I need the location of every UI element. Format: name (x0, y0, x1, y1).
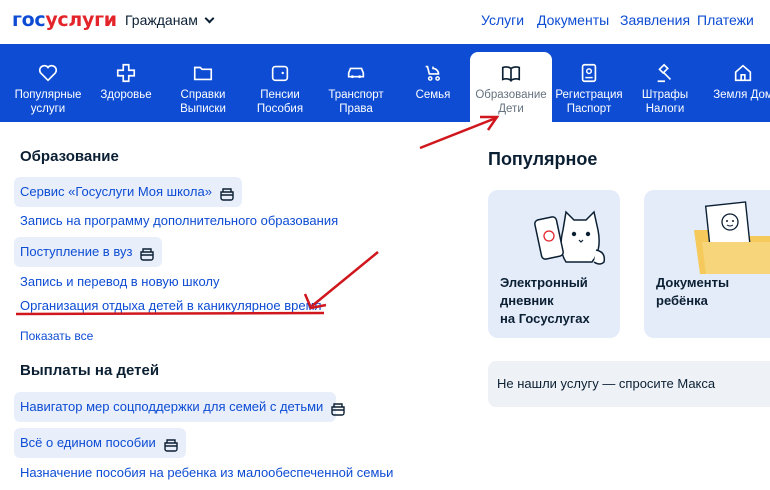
category-label: Штрафы Налоги (641, 89, 689, 115)
heart-icon (38, 64, 58, 82)
topnav-payments[interactable]: Платежи (697, 12, 754, 28)
category-family[interactable]: Семья (400, 52, 466, 122)
category-label: Здоровье (100, 89, 152, 101)
service-extra-education[interactable]: Запись на программу дополнительного обра… (14, 206, 344, 236)
logo-part-gos: гос (12, 9, 46, 31)
card-title: Документы ребёнка (656, 275, 730, 308)
payments-heading: Выплаты на детей (20, 362, 160, 379)
basket-icon (140, 247, 155, 261)
category-label: Транспорт Права (328, 89, 384, 115)
service-my-school[interactable]: Сервис «Госуслуги Моя школа» (14, 177, 242, 207)
service-support-navigator[interactable]: Навигатор мер соцподдержки для семей с д… (14, 392, 345, 422)
gavel-icon (657, 63, 672, 83)
service-label: Поступление в вуз (20, 244, 133, 259)
audience-label: Гражданам (125, 12, 198, 28)
logo-part-uslugi: услуги (45, 9, 117, 31)
topnav-applications[interactable]: Заявления (620, 12, 690, 28)
service-low-income-allowance[interactable]: Назначение пособия на ребенка из малообе… (14, 458, 399, 488)
category-fines[interactable]: Штрафы Налоги (632, 52, 698, 122)
service-label: Сервис «Госуслуги Моя школа» (20, 184, 212, 199)
category-land[interactable]: Земля Дом (708, 52, 770, 122)
house-icon (734, 64, 752, 82)
category-education[interactable]: Образование Дети (470, 52, 552, 122)
basket-icon (331, 402, 345, 416)
service-summer-rest[interactable]: Организация отдыха детей в каникулярное … (14, 291, 328, 321)
id-card-icon (581, 63, 597, 83)
service-label: Всё о едином пособии (20, 435, 156, 450)
category-label: Пенсии Пособия (256, 89, 304, 115)
category-strip: Популярные услуги Здоровье Справки Выписки… (0, 44, 770, 122)
category-label: Семья (415, 89, 451, 101)
ask-assistant-bar[interactable]: Не нашли услугу — спросите Макса (488, 361, 770, 407)
basket-icon (220, 187, 234, 201)
cat-phone-illustration (534, 210, 606, 265)
car-icon (347, 67, 365, 79)
topnav-services[interactable]: Услуги (481, 12, 524, 28)
popular-heading: Популярное (488, 149, 598, 169)
stroller-icon (425, 65, 440, 81)
category-label: Популярные услуги (14, 89, 82, 115)
topnav-documents[interactable]: Документы (537, 12, 609, 28)
service-unified-allowance[interactable]: Всё о едином пособии (14, 428, 186, 458)
basket-icon (164, 438, 178, 452)
category-registration[interactable]: Регистрация Паспорт (553, 52, 625, 122)
category-label: Регистрация Паспорт (555, 89, 623, 115)
service-university-admission[interactable]: Поступление в вуз (14, 237, 163, 267)
annotation-arrow-to-education-tab (419, 116, 497, 150)
category-transport[interactable]: Транспорт Права (320, 52, 392, 122)
chevron-down-icon (204, 13, 215, 24)
documents-folder-illustration (694, 201, 770, 274)
category-certificates[interactable]: Справки Выписки (168, 52, 238, 122)
category-label: Справки Выписки (180, 89, 226, 115)
category-health[interactable]: Здоровье (92, 52, 160, 122)
wallet-icon (271, 65, 289, 82)
category-popular[interactable]: Популярные услуги (8, 52, 88, 122)
category-pensions[interactable]: Пенсии Пособия (244, 52, 316, 122)
education-heading: Образование (20, 148, 119, 165)
category-label: Образование Дети (475, 89, 547, 115)
card-electronic-diary[interactable]: Электронный дневник на Госуслугах (488, 190, 620, 338)
gosuslugi-logo[interactable]: госуслуги (12, 9, 117, 31)
audience-dropdown[interactable]: Гражданам (125, 12, 215, 28)
category-label: Земля Дом (713, 89, 770, 101)
book-icon (501, 66, 521, 82)
show-all-link[interactable]: Показать все (20, 329, 93, 343)
medical-cross-icon (116, 63, 136, 83)
folder-icon (193, 66, 213, 81)
top-bar: госуслуги Гражданам Услуги Документы Зая… (0, 0, 770, 44)
card-child-documents[interactable]: Документы ребёнка (644, 190, 770, 338)
service-label: Навигатор мер соцподдержки для семей с д… (20, 399, 324, 414)
card-title: Электронный дневник на Госуслугах (500, 275, 590, 326)
